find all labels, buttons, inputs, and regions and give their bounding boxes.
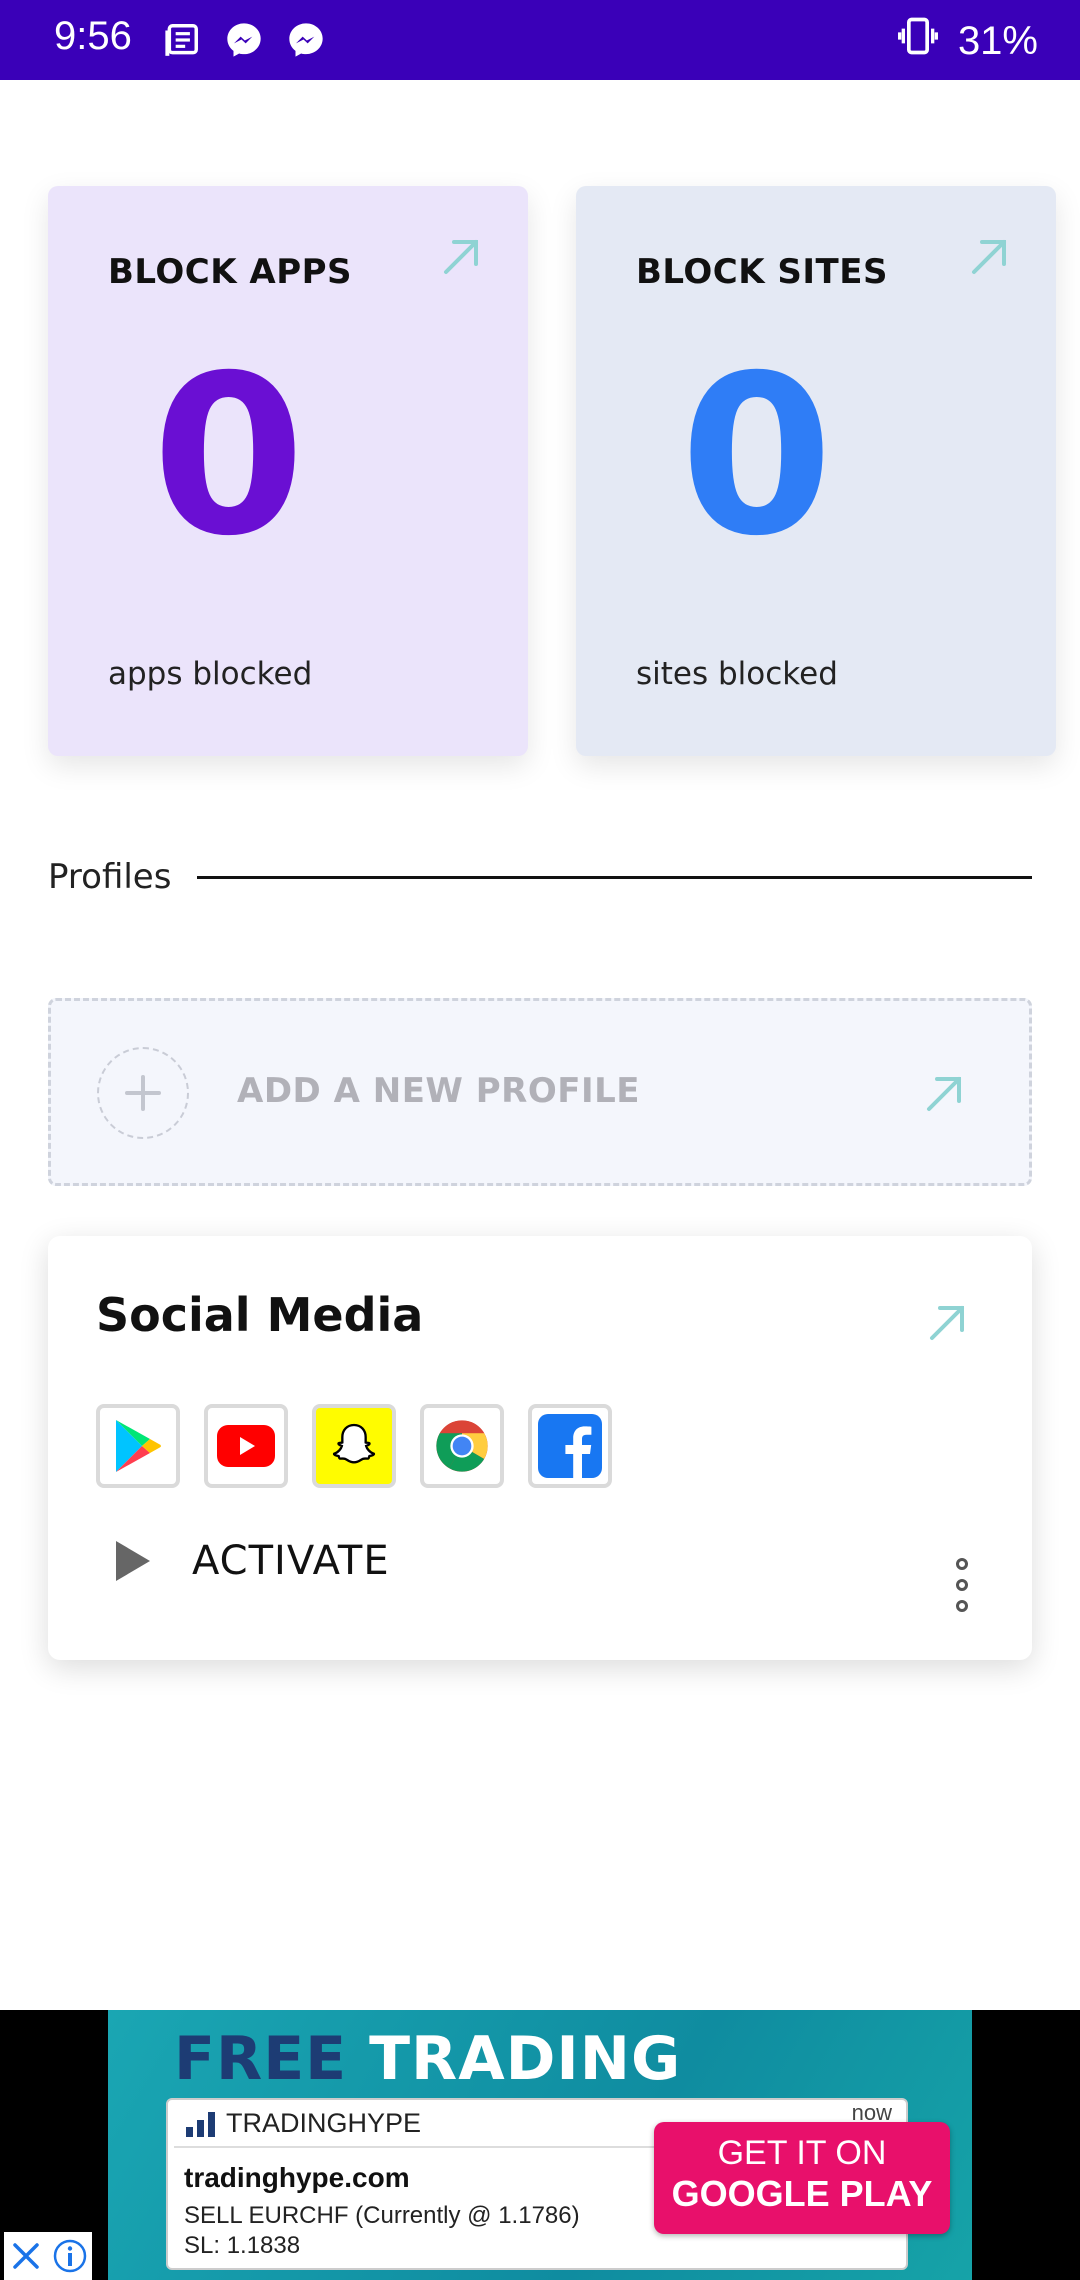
block-apps-card[interactable]: BLOCK APPS 0 apps blocked xyxy=(48,186,528,756)
block-sites-title: BLOCK SITES xyxy=(636,252,888,292)
news-notification-icon xyxy=(160,18,204,62)
ad-domain: tradinghype.com xyxy=(184,2162,410,2193)
ad-controls[interactable] xyxy=(4,2232,92,2280)
status-time: 9:56 xyxy=(54,14,132,58)
block-sites-card[interactable]: BLOCK SITES 0 sites blocked xyxy=(576,186,1056,756)
plus-icon xyxy=(97,1047,189,1139)
apps-blocked-count: 0 xyxy=(152,328,306,584)
open-arrow-icon xyxy=(972,240,1006,274)
play-icon xyxy=(116,1541,150,1581)
open-arrow-icon xyxy=(927,1077,961,1111)
ad-brand: TRADINGHYPE xyxy=(184,2108,421,2139)
messenger-icon-2 xyxy=(284,18,328,62)
sites-blocked-caption: sites blocked xyxy=(636,656,838,692)
ad-cta-button[interactable]: GET IT ON GOOGLE PLAY xyxy=(654,2122,950,2234)
section-divider xyxy=(197,875,1032,879)
ad-signal: SELL EURCHF (Currently @ 1.1786) xyxy=(184,2202,580,2229)
status-bar: 9:56 31% xyxy=(0,0,1080,80)
youtube-icon xyxy=(204,1404,288,1488)
chrome-icon xyxy=(420,1404,504,1488)
bar-chart-icon xyxy=(186,2111,215,2137)
activate-label: ACTIVATE xyxy=(192,1538,390,1584)
facebook-icon xyxy=(528,1404,612,1488)
open-arrow-icon xyxy=(444,240,478,274)
profiles-section-header: Profiles xyxy=(48,852,1032,902)
sites-blocked-count: 0 xyxy=(680,328,834,584)
profiles-label: Profiles xyxy=(48,857,172,897)
apps-blocked-caption: apps blocked xyxy=(108,656,313,692)
more-options-icon[interactable] xyxy=(950,1558,974,1612)
google-play-icon xyxy=(96,1404,180,1488)
profile-name: Social Media xyxy=(96,1288,424,1342)
messenger-icon xyxy=(222,18,266,62)
add-profile-button[interactable]: ADD A NEW PROFILE xyxy=(48,998,1032,1186)
snapchat-icon xyxy=(312,1404,396,1488)
ad-stop-loss: SL: 1.1838 xyxy=(184,2232,301,2259)
activate-button[interactable]: ACTIVATE xyxy=(112,1538,390,1584)
battery-level: 31% xyxy=(957,18,1038,63)
open-arrow-icon[interactable] xyxy=(922,1296,974,1348)
add-profile-label: ADD A NEW PROFILE xyxy=(237,1071,641,1111)
block-apps-title: BLOCK APPS xyxy=(108,252,353,292)
profile-app-list xyxy=(96,1404,612,1488)
vibrate-icon xyxy=(896,14,940,68)
profile-card-social-media[interactable]: Social Media ACTIVATE xyxy=(48,1236,1032,1660)
close-icon[interactable] xyxy=(9,2239,43,2273)
ad-creative[interactable]: FREE TRADING SIGNALS TRADINGHYPE now tra… xyxy=(108,2010,972,2280)
info-icon[interactable] xyxy=(52,2238,88,2274)
ad-banner[interactable]: FREE TRADING SIGNALS TRADINGHYPE now tra… xyxy=(0,2010,1080,2280)
